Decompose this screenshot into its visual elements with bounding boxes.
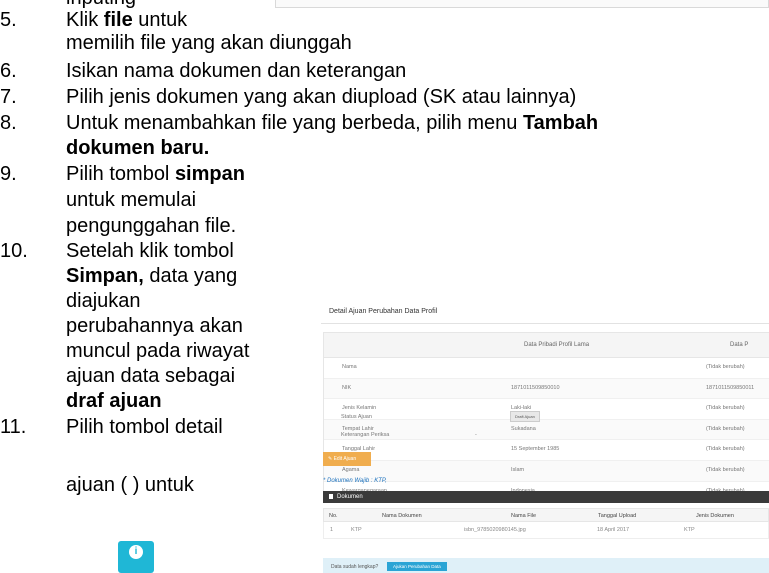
cell-old: 1871011509850010 — [511, 384, 560, 391]
list-text: Simpan, data yang — [66, 265, 237, 287]
list-number: 10. — [0, 240, 28, 262]
list-text: Untuk menambahkan file yang berbeda, pil… — [66, 112, 598, 134]
text-bold: file — [103, 9, 133, 31]
list-text: Klik file untuk — [66, 9, 187, 31]
list-text: perubahannya akan — [66, 315, 243, 337]
doc-table-header: No. Nama Dokumen Nama File Tanggal Uploa… — [323, 508, 769, 522]
text-pre: untuk memulai — [66, 189, 197, 211]
info-text: Data sudah lengkap? — [331, 564, 379, 570]
list-text: Pilih tombol detail — [66, 416, 223, 438]
text-post: ) untuk — [127, 474, 194, 496]
info-icon: i — [118, 541, 154, 573]
list-number: 5. — [0, 9, 17, 31]
text-pre: Pilih tombol detail — [66, 416, 223, 438]
edit-ajuan-label: Edit Ajuan — [333, 456, 357, 462]
doc-cell-tanggal: 18 April 2017 — [597, 527, 630, 533]
doc-header-nama-dokumen: Nama Dokumen — [382, 513, 422, 519]
text-pre: memilih file yang akan diunggah — [66, 32, 352, 54]
info-bar: Data sudah lengkap? Ajukan Perubahan Dat… — [323, 558, 769, 573]
edit-ajuan-button[interactable]: ✎ Edit Ajuan — [323, 452, 371, 466]
info-glyph: i — [134, 546, 138, 557]
cell-old: Islam — [511, 466, 525, 473]
previous-screenshot-bottom — [275, 0, 769, 8]
doc-cell-file: isbn_9785020980145.jpg — [464, 527, 526, 533]
text-pre: ajuan ( — [66, 474, 128, 496]
cell-label: Nama — [342, 364, 357, 370]
text-pre: Isikan nama dokumen dan keterangan — [66, 60, 407, 82]
text-post: untuk — [132, 9, 188, 31]
status-label: Status Ajuan — [341, 414, 372, 420]
list-text: ajuan data sebagai — [66, 365, 235, 387]
list-text: Isikan nama dokumen dan keterangan — [66, 60, 406, 82]
dokumen-title: Dokumen — [337, 494, 363, 500]
dokumen-header-bar: Dokumen — [323, 491, 769, 503]
doc-header-tanggal: Tanggal Upload — [598, 513, 637, 519]
cell-new: (Tidak berubah) — [706, 446, 745, 453]
list-number: 7. — [0, 86, 17, 108]
status-row: Status Ajuan Draft Ajuan — [323, 407, 769, 425]
cell-new: (Tidak berubah) — [706, 466, 745, 473]
list-text: dokumen baru. — [66, 137, 209, 159]
list-text: draf ajuan — [66, 390, 162, 412]
text-post: data yang — [143, 265, 238, 287]
list-number: 8. — [0, 112, 17, 134]
text-pre: Setelah klik tombol — [66, 240, 234, 262]
table-row: 1 KTP isbn_9785020980145.jpg 18 April 20… — [323, 522, 769, 539]
cell-label: Agama — [342, 466, 360, 473]
cell-new: 1871011509850011 — [706, 384, 755, 391]
list-number: 6. — [0, 60, 17, 82]
cell-old: 15 September 1985 — [511, 446, 560, 453]
doc-cell-no: 1 — [330, 527, 334, 533]
text-pre: Klik — [66, 9, 104, 31]
doc-cell-jenis: KTP — [684, 527, 695, 533]
text-pre: ajuan data sebagai — [66, 365, 236, 387]
keterangan-row: Keterangan Periksa - — [323, 426, 769, 444]
header-old: Data Pribadi Profil Lama — [524, 342, 590, 348]
text-bold: dokumen baru. — [66, 137, 210, 159]
list-text: diajukan — [66, 290, 141, 312]
ajukan-button[interactable]: Ajukan Perubahan Data — [387, 562, 447, 571]
status-badge: Draft Ajuan — [510, 411, 540, 422]
text-bold: draf ajuan — [66, 390, 162, 412]
table-row: Nama (Tidak berubah) — [324, 358, 769, 379]
text-pre: muncul pada riwayat — [66, 340, 250, 362]
list-text: muncul pada riwayat — [66, 340, 249, 362]
table-row: NIK 1871011509850010 1871011509850011 — [324, 378, 769, 400]
list-text: pengunggahan file. — [66, 215, 236, 237]
screenshot-detail-ajuan: Detail Ajuan Perubahan Data Profil Data … — [311, 300, 769, 573]
list-number: 9. — [0, 163, 17, 185]
text-pre: perubahannya akan — [66, 315, 243, 337]
list-text: ajuan ( ) untuk — [66, 474, 194, 496]
page-title: Detail Ajuan Perubahan Data Profil — [329, 308, 438, 315]
text-bold: simpan — [174, 163, 245, 185]
doc-header-jenis: Jenis Dokumen — [696, 513, 734, 519]
doc-cell-nama: KTP — [351, 527, 362, 533]
list-text: Pilih tombol simpan — [66, 163, 245, 185]
cell-new: (Tidak berubah) — [706, 364, 745, 370]
text-bold: Simpan, — [66, 265, 144, 287]
cell-label: NIK — [342, 384, 352, 391]
text-pre: pengunggahan file. — [66, 215, 237, 237]
wajib-note: * Dokumen Wajib : KTP, — [323, 478, 387, 484]
text-pre: diajukan — [66, 290, 141, 312]
table-row: Agama Islam (Tidak berubah) — [324, 460, 769, 482]
text-pre: Pilih tombol — [66, 163, 175, 185]
keterangan-label: Keterangan Periksa — [341, 432, 390, 438]
text-pre: Untuk menambahkan file yang berbeda, pil… — [66, 112, 523, 134]
header-new: Data P — [730, 342, 749, 348]
cut-off-text: inputing — [66, 0, 136, 8]
list-text: Setelah klik tombol — [66, 240, 234, 262]
table-header: Data Pribadi Profil Lama Data P — [324, 333, 769, 358]
doc-header-no: No. — [329, 513, 338, 519]
text-pre: Pilih jenis dokumen yang akan diupload (… — [66, 86, 577, 108]
document-icon — [329, 493, 333, 499]
list-text: untuk memulai — [66, 189, 196, 211]
divider — [321, 323, 769, 324]
text-bold: Tambah — [522, 112, 599, 134]
list-text: memilih file yang akan diunggah — [66, 32, 352, 54]
keterangan-value: - — [475, 432, 477, 438]
doc-header-nama-file: Nama File — [511, 513, 537, 519]
list-number: 11. — [0, 416, 27, 438]
list-text: Pilih jenis dokumen yang akan diupload (… — [66, 86, 576, 108]
